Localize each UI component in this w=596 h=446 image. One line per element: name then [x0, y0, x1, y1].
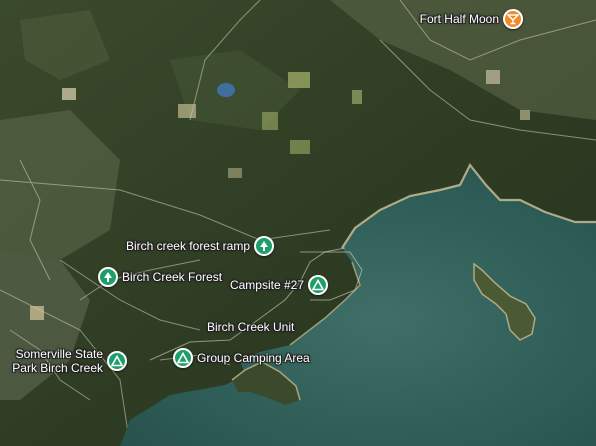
- tent-icon[interactable]: [173, 348, 193, 368]
- place-label[interactable]: Fort Half Moon: [420, 12, 499, 26]
- tree-icon[interactable]: [254, 236, 274, 256]
- place-label[interactable]: Group Camping Area: [197, 351, 310, 365]
- tree-icon[interactable]: [98, 267, 118, 287]
- tent-icon[interactable]: [308, 275, 328, 295]
- place-label[interactable]: Birch creek forest ramp: [126, 239, 250, 253]
- place-label[interactable]: Somerville State Park Birch Creek: [12, 347, 103, 375]
- map-canvas[interactable]: Fort Half Moon Birch creek forest ramp B…: [0, 0, 596, 446]
- tent-icon[interactable]: [107, 351, 127, 371]
- satellite-imagery: [0, 0, 596, 446]
- bar-icon[interactable]: [503, 9, 523, 29]
- place-label[interactable]: Campsite #27: [230, 278, 304, 292]
- place-label-line: Somerville State: [15, 347, 103, 361]
- place-label-line: Park Birch Creek: [12, 361, 103, 375]
- place-label[interactable]: Birch Creek Forest: [122, 270, 222, 284]
- area-label-birch-creek-unit[interactable]: Birch Creek Unit: [207, 320, 294, 334]
